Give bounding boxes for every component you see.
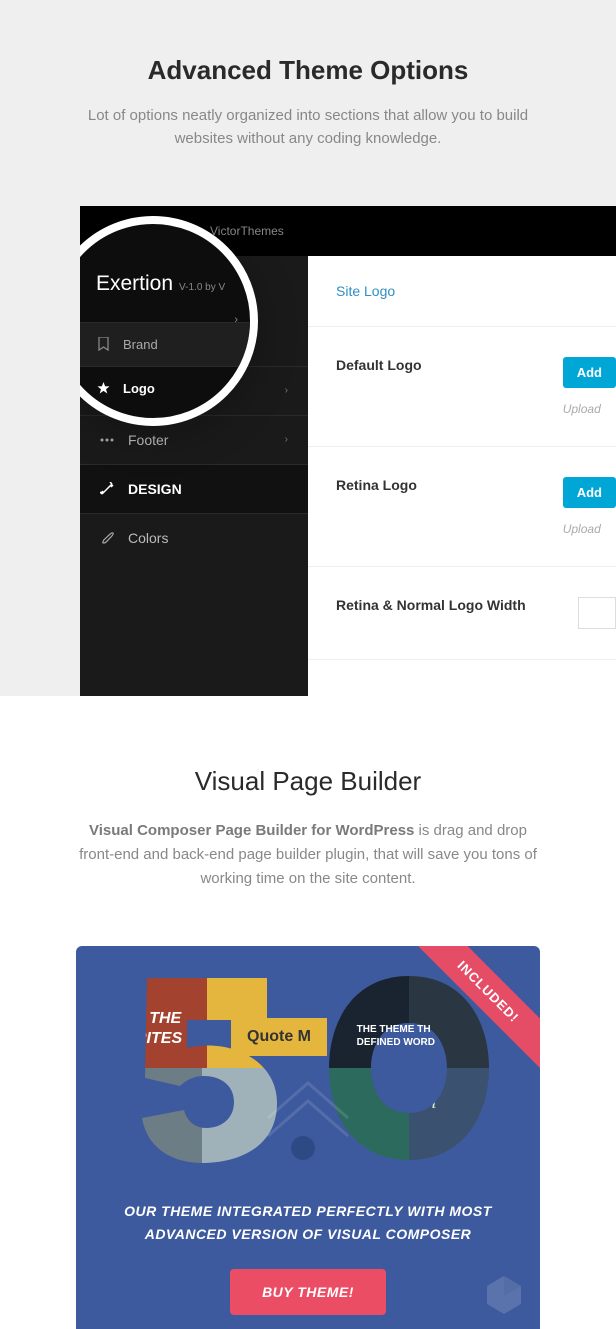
options-panel-screenshot: VictorThemes Header › xyxy=(80,206,616,696)
sidebar-item-footer[interactable]: Footer › xyxy=(80,415,308,464)
lens-row-brand[interactable]: Brand xyxy=(80,322,250,366)
option-label: Default Logo xyxy=(336,357,422,373)
brush-icon xyxy=(100,531,114,545)
star-icon xyxy=(96,381,110,395)
sidebar-item-colors[interactable]: Colors xyxy=(80,513,308,562)
digit-five-graphic: F THE RITES xyxy=(117,968,287,1168)
buy-theme-button[interactable]: BUY THEME! xyxy=(230,1269,386,1315)
svg-text:Fl: Fl xyxy=(418,1091,437,1113)
section-subtitle: Visual Composer Page Builder for WordPre… xyxy=(0,819,616,891)
section-title: Advanced Theme Options xyxy=(0,55,616,86)
sidebar-item-label: Footer xyxy=(128,432,168,448)
chevron-right-icon: › xyxy=(234,314,238,326)
zero-text-overlay: THE THEME THDEFINED WORD xyxy=(357,1023,435,1050)
sidebar-item-label: DESIGN xyxy=(128,481,182,497)
option-row-default-logo: Default Logo Add Upload xyxy=(308,327,616,447)
content-header: Site Logo xyxy=(308,256,616,327)
vc-logo-icon xyxy=(477,1266,532,1321)
digit-zero-graphic: Fl xyxy=(319,968,499,1168)
option-row-logo-width: Retina & Normal Logo Width xyxy=(308,567,616,660)
option-hint: Upload xyxy=(563,402,616,416)
content-area: Site Logo Default Logo Add Upload Retina… xyxy=(308,256,616,696)
chevron-up-decoration xyxy=(263,1078,353,1138)
dots-icon xyxy=(100,433,114,447)
quote-overlay: Quote M xyxy=(231,1018,327,1056)
subtitle-bold: Visual Composer Page Builder for WordPre… xyxy=(89,822,414,839)
lens-theme-title: ExertionV-1.0 by V xyxy=(96,272,250,296)
option-row-retina-logo: Retina Logo Add Upload xyxy=(308,447,616,567)
lens-logo-label: Logo xyxy=(123,381,155,396)
chevron-right-icon: › xyxy=(285,385,288,396)
section-subtitle: Lot of options neatly organized into sec… xyxy=(0,104,616,151)
brand-label: VictorThemes xyxy=(210,224,284,238)
sidebar-item-label: Colors xyxy=(128,530,168,546)
option-hint: Upload xyxy=(563,522,616,536)
svg-text:RITES: RITES xyxy=(135,1030,182,1047)
lens-version: V-1.0 by V xyxy=(179,282,225,293)
chevron-right-icon: › xyxy=(285,434,288,445)
bookmark-icon xyxy=(96,337,110,351)
add-button[interactable]: Add xyxy=(563,357,616,388)
version-five-zero-graphic: F THE RITES Fl Quote M xyxy=(76,968,540,1168)
wand-icon xyxy=(100,482,114,496)
advanced-theme-options-section: Advanced Theme Options Lot of options ne… xyxy=(0,0,616,696)
sidebar-item-design[interactable]: DESIGN xyxy=(80,464,308,513)
option-label: Retina & Normal Logo Width xyxy=(336,597,526,613)
version-dot xyxy=(291,1136,315,1160)
visual-page-builder-section: Visual Page Builder Visual Composer Page… xyxy=(0,696,616,1329)
width-input[interactable] xyxy=(578,597,616,629)
svg-text:F THE: F THE xyxy=(135,1010,183,1027)
add-button[interactable]: Add xyxy=(563,477,616,508)
option-label: Retina Logo xyxy=(336,477,417,493)
lens-brand-label: Brand xyxy=(123,337,158,352)
vc-description: OUR THEME INTEGRATED PERFECTLY WITH MOST… xyxy=(76,1200,540,1248)
section-title: Visual Page Builder xyxy=(0,766,616,797)
visual-composer-card: INCLUDED! F THE RITES xyxy=(76,946,540,1329)
